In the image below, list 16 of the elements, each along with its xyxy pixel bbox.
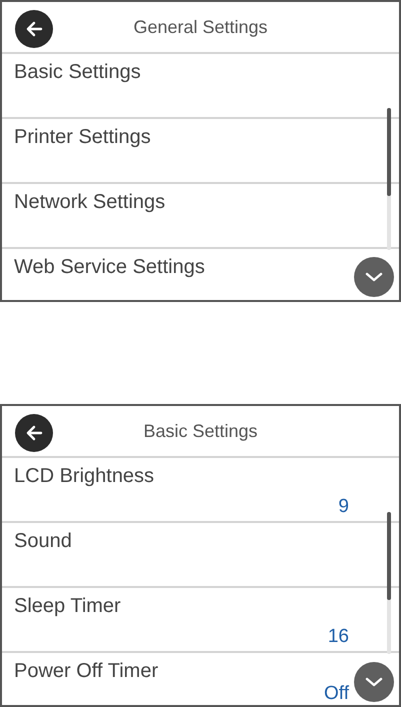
menu-item[interactable]: Basic Settings [2, 54, 399, 119]
back-button[interactable] [15, 414, 53, 452]
back-arrow-icon [25, 21, 43, 37]
scrollbar-thumb[interactable] [387, 108, 391, 196]
back-button[interactable] [15, 10, 53, 48]
scrollbar-thumb[interactable] [387, 512, 391, 600]
screen-title: Basic Settings [143, 420, 258, 443]
scroll-down-button[interactable] [354, 662, 394, 702]
chevron-down-icon [365, 677, 383, 687]
menu-item[interactable]: LCD Brightness 9 [2, 458, 399, 523]
menu-item[interactable]: Power Off Timer Off [2, 653, 399, 705]
chevron-down-icon [365, 272, 383, 282]
back-arrow-icon [25, 425, 43, 441]
screen-title: General Settings [133, 16, 268, 39]
scroll-down-button[interactable] [354, 257, 394, 297]
menu-item[interactable]: Web Service Settings [2, 249, 399, 300]
